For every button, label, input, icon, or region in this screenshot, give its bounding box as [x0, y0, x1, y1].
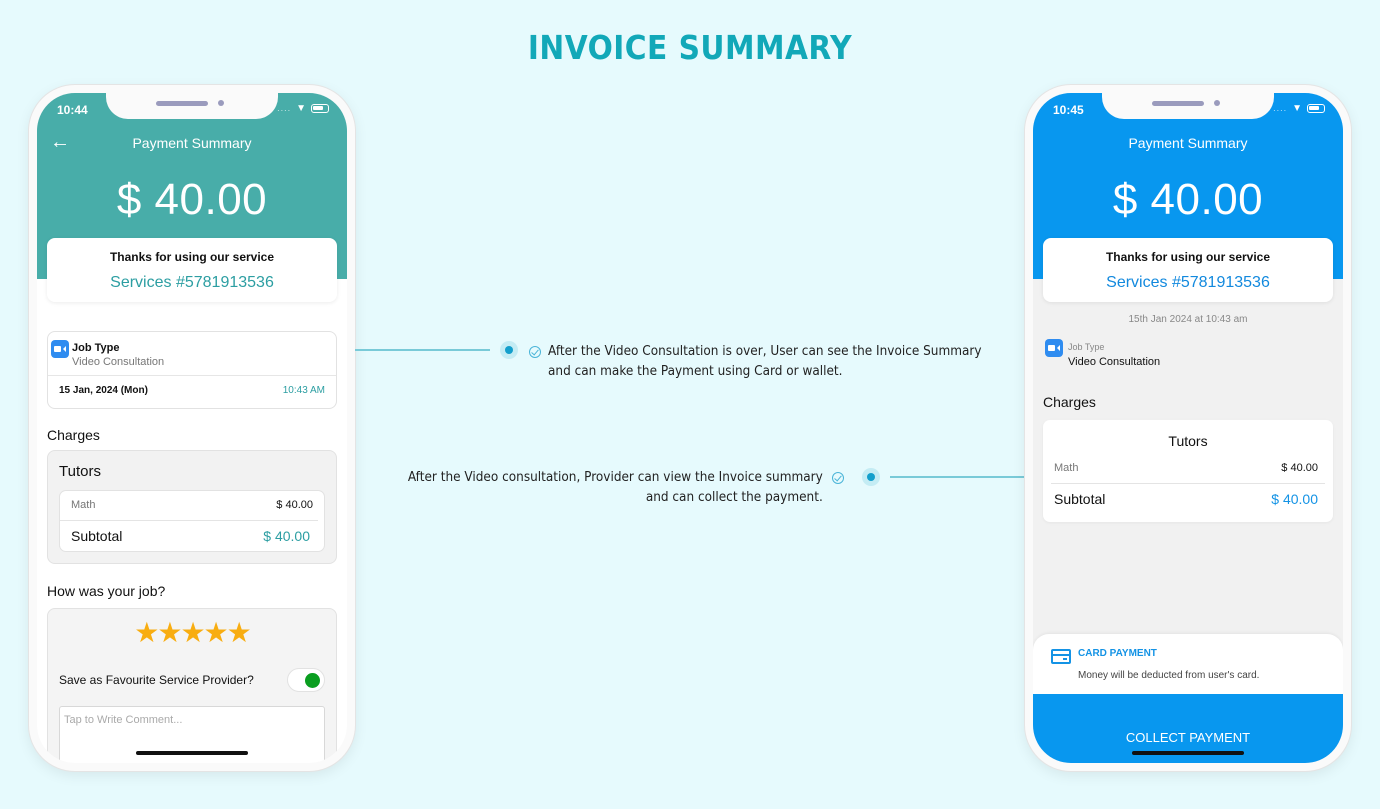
thanks-text: Thanks for using our service	[1105, 250, 1271, 264]
star-icon[interactable]: ★	[157, 617, 182, 648]
video-camera-icon	[51, 340, 69, 358]
charge-row: Math $ 40.00	[71, 499, 313, 511]
star-icon[interactable]: ★	[180, 617, 205, 648]
charges-box: Tutors Math $ 40.00 Subtotal $ 40.00	[47, 450, 337, 564]
check-circle-icon	[832, 472, 844, 484]
star-icon[interactable]: ★	[227, 617, 252, 648]
star-icon[interactable]: ★	[134, 617, 159, 648]
rating-label: How was your job?	[47, 583, 166, 599]
home-indicator[interactable]	[1132, 751, 1244, 755]
annotation-dot	[862, 468, 880, 486]
connector-line	[355, 349, 490, 351]
charge-row: Math $ 40.00	[1054, 462, 1318, 474]
job-time: 10:43 AM	[282, 385, 325, 396]
charge-name: Math	[71, 499, 96, 511]
notch	[106, 93, 278, 119]
subtotal-value: $ 40.00	[263, 528, 310, 544]
favourite-toggle[interactable]	[287, 668, 325, 692]
charges-category: Tutors	[59, 463, 101, 480]
subtotal-value: $ 40.00	[1271, 491, 1318, 507]
job-type-label: Job Type	[72, 342, 120, 354]
job-type-value: Video Consultation	[1068, 356, 1161, 368]
charges-card: Tutors Math $ 40.00 Subtotal $ 40.00	[1043, 420, 1333, 522]
provider-phone: Payment Summary $ 40.00 10:45 .... ▼ Tha…	[1025, 85, 1351, 771]
payment-method-description: Money will be deducted from user's card.	[1078, 670, 1260, 681]
subtotal-label: Subtotal	[71, 528, 123, 544]
status-icons: .... ▼	[277, 103, 329, 114]
charges-label: Charges	[47, 427, 100, 443]
battery-icon	[1307, 104, 1325, 113]
star-rating[interactable]: ★★★★★	[48, 619, 336, 647]
annotation-user: After the Video Consultation is over, Us…	[548, 342, 982, 382]
charge-amount: $ 40.00	[276, 499, 313, 511]
favourite-label: Save as Favourite Service Provider?	[59, 673, 254, 687]
annotation-line: and can collect the payment.	[645, 490, 823, 505]
home-indicator[interactable]	[136, 751, 248, 755]
job-type-label: Job Type	[1068, 342, 1105, 352]
header-title: Payment Summary	[132, 135, 252, 151]
annotation-line: After the Video consultation, Provider c…	[407, 470, 823, 485]
annotation-line: and can make the Payment using Card or w…	[548, 364, 843, 379]
annotation-line: After the Video Consultation is over, Us…	[548, 344, 982, 359]
speaker	[1152, 101, 1204, 106]
payment-amount: $ 40.00	[1112, 175, 1264, 224]
charges-table: Math $ 40.00 Subtotal $ 40.00	[59, 490, 325, 552]
charges-category: Tutors	[1168, 433, 1208, 449]
subtotal-row: Subtotal $ 40.00	[1054, 491, 1318, 507]
thanks-card: Thanks for using our service Services #5…	[1043, 238, 1333, 302]
charges-label: Charges	[1043, 394, 1096, 410]
signal-icon: ....	[1273, 103, 1288, 113]
header-title: Payment Summary	[1128, 135, 1248, 151]
status-time: 10:45	[1053, 103, 1084, 117]
user-screen: ← Payment Summary $ 40.00 10:44 .... ▼ T…	[37, 93, 347, 763]
user-phone: ← Payment Summary $ 40.00 10:44 .... ▼ T…	[29, 85, 355, 771]
front-camera	[218, 100, 224, 106]
divider	[1051, 483, 1325, 484]
check-circle-icon	[529, 346, 541, 358]
status-icons: .... ▼	[1273, 103, 1325, 114]
toggle-knob	[305, 673, 320, 688]
date-stamp: 15th Jan 2024 at 10:43 am	[1128, 314, 1248, 325]
charge-amount: $ 40.00	[1281, 462, 1318, 474]
service-number: Services #5781913536	[110, 274, 274, 291]
connector-line	[890, 476, 1028, 478]
job-card: Job Type Video Consultation 15 Jan, 2024…	[47, 331, 337, 409]
job-date: 15 Jan, 2024 (Mon)	[59, 385, 148, 396]
signal-icon: ....	[277, 103, 292, 113]
wifi-icon: ▼	[1292, 103, 1302, 114]
wifi-icon: ▼	[296, 103, 306, 114]
annotation-dot	[500, 341, 518, 359]
status-time: 10:44	[57, 103, 88, 117]
card-payment-option[interactable]: CARD PAYMENT Money will be deducted from…	[1033, 634, 1343, 694]
payment-method-title: CARD PAYMENT	[1078, 648, 1157, 659]
battery-icon	[311, 104, 329, 113]
thanks-card: Thanks for using our service Services #5…	[47, 238, 337, 302]
star-icon[interactable]: ★	[204, 617, 229, 648]
thanks-text: Thanks for using our service	[109, 250, 275, 264]
notch	[1102, 93, 1274, 119]
payment-amount: $ 40.00	[116, 175, 268, 224]
divider	[60, 520, 318, 521]
page-title: INVOICE SUMMARY	[527, 28, 853, 67]
service-number: Services #5781913536	[1106, 274, 1270, 291]
subtotal-label: Subtotal	[1054, 491, 1106, 507]
annotation-provider: After the Video consultation, Provider c…	[395, 468, 823, 508]
job-type-row: Job Type Video Consultation	[48, 332, 336, 376]
subtotal-row: Subtotal $ 40.00	[71, 528, 310, 544]
charge-name: Math	[1054, 462, 1079, 474]
speaker	[156, 101, 208, 106]
rating-box: ★★★★★ Save as Favourite Service Provider…	[47, 608, 337, 763]
job-type-value: Video Consultation	[72, 356, 165, 368]
credit-card-icon	[1051, 649, 1071, 664]
front-camera	[1214, 100, 1220, 106]
video-camera-icon	[1045, 339, 1063, 357]
provider-screen: Payment Summary $ 40.00 10:45 .... ▼ Tha…	[1033, 93, 1343, 763]
